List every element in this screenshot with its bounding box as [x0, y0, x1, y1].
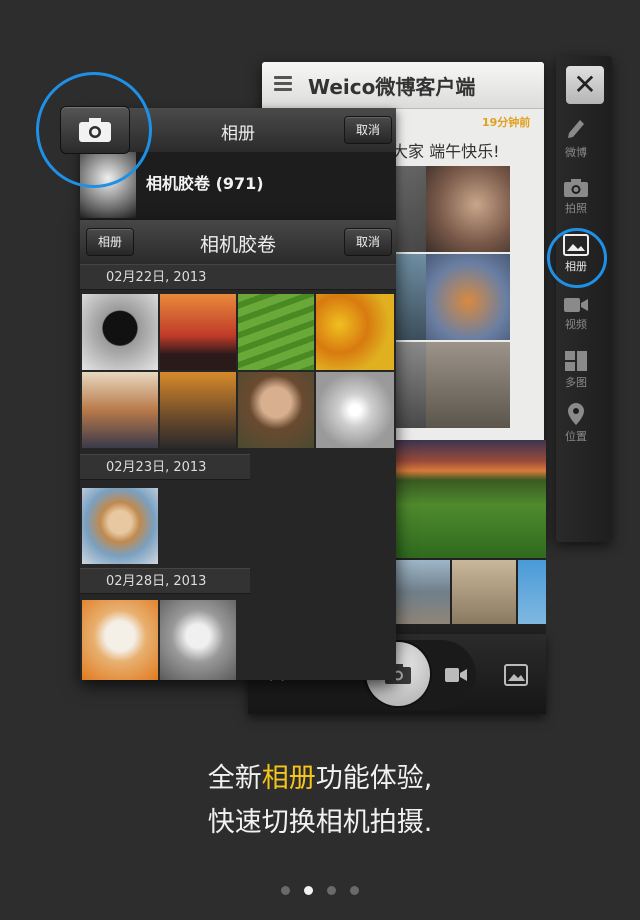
tool-location[interactable]: 位置: [548, 402, 604, 444]
strip-thumbnail[interactable]: [452, 560, 516, 624]
date-header: 02月23日, 2013: [80, 454, 250, 480]
photo-thumbnail[interactable]: [82, 294, 158, 370]
video-icon[interactable]: [444, 666, 468, 684]
photo-thumbnail[interactable]: [238, 372, 314, 448]
camera-button[interactable]: [60, 106, 130, 154]
caption-text: 功能体验,: [315, 763, 433, 794]
photo-thumbnail[interactable]: [160, 294, 236, 370]
camera-icon: [79, 118, 111, 142]
page-dot[interactable]: [350, 886, 359, 895]
tool-camera[interactable]: 拍照: [548, 178, 604, 216]
back-to-albums-button[interactable]: 相册: [86, 228, 134, 256]
photo-thumbnail[interactable]: [238, 294, 314, 370]
location-pin-icon: [568, 403, 584, 425]
photo-thumbnail[interactable]: [316, 372, 394, 448]
tool-label: 视频: [565, 318, 587, 331]
album-highlight-ring: [547, 228, 607, 288]
strip-thumbnail[interactable]: [518, 560, 546, 624]
page-indicator: [0, 880, 640, 899]
composer-header: Weico微博客户端: [262, 62, 544, 109]
camera-icon: [564, 179, 588, 197]
date-header: 02月28日, 2013: [80, 568, 250, 594]
tool-label: 微博: [565, 146, 587, 159]
menu-icon[interactable]: [274, 76, 292, 92]
photo-thumbnail[interactable]: [160, 600, 236, 680]
camera-roll-panel: 02月22日, 2013 02月23日, 2013 02月28日, 2013: [80, 220, 396, 680]
date-header: 02月22日, 2013: [80, 264, 396, 290]
photo-thumbnail[interactable]: [82, 372, 158, 448]
pencil-icon: [568, 120, 584, 138]
album-row-camera-roll[interactable]: 相机胶卷 (971): [146, 170, 264, 194]
tool-video[interactable]: 视频: [548, 296, 604, 332]
video-icon: [564, 298, 588, 312]
tool-label: 多图: [565, 376, 587, 389]
post-time: 19分钟前: [482, 116, 531, 129]
composer-photo: [426, 166, 510, 252]
tool-multi-image[interactable]: 多图: [548, 350, 604, 390]
tool-label: 位置: [565, 430, 587, 443]
caption-line-1: 全新相册功能体验,: [0, 756, 640, 795]
caption-text: 全新: [207, 763, 262, 794]
close-button[interactable]: ✕: [566, 66, 604, 104]
tool-weibo[interactable]: 微博: [548, 118, 604, 160]
composer-photo: [426, 342, 510, 428]
post-message: 大家 端午快乐!: [392, 142, 500, 161]
camera-roll-cancel-button[interactable]: 取消: [344, 228, 392, 256]
gallery-icon[interactable]: [504, 664, 528, 686]
page-dot-active[interactable]: [304, 886, 313, 895]
photo-thumbnail[interactable]: [82, 600, 158, 680]
grid-icon: [565, 351, 587, 371]
caption-line-2: 快速切换相机拍摄.: [207, 807, 433, 838]
caption-highlight: 相册: [261, 763, 316, 794]
page-dot[interactable]: [327, 886, 336, 895]
photo-thumbnail[interactable]: [82, 488, 158, 564]
app-title: Weico微博客户端: [308, 75, 476, 99]
tool-label: 拍照: [565, 202, 587, 215]
page-dot[interactable]: [281, 886, 290, 895]
photo-thumbnail[interactable]: [160, 372, 236, 448]
photo-thumbnail[interactable]: [316, 294, 394, 370]
album-cancel-button[interactable]: 取消: [344, 116, 392, 144]
composer-photo: [426, 254, 510, 340]
